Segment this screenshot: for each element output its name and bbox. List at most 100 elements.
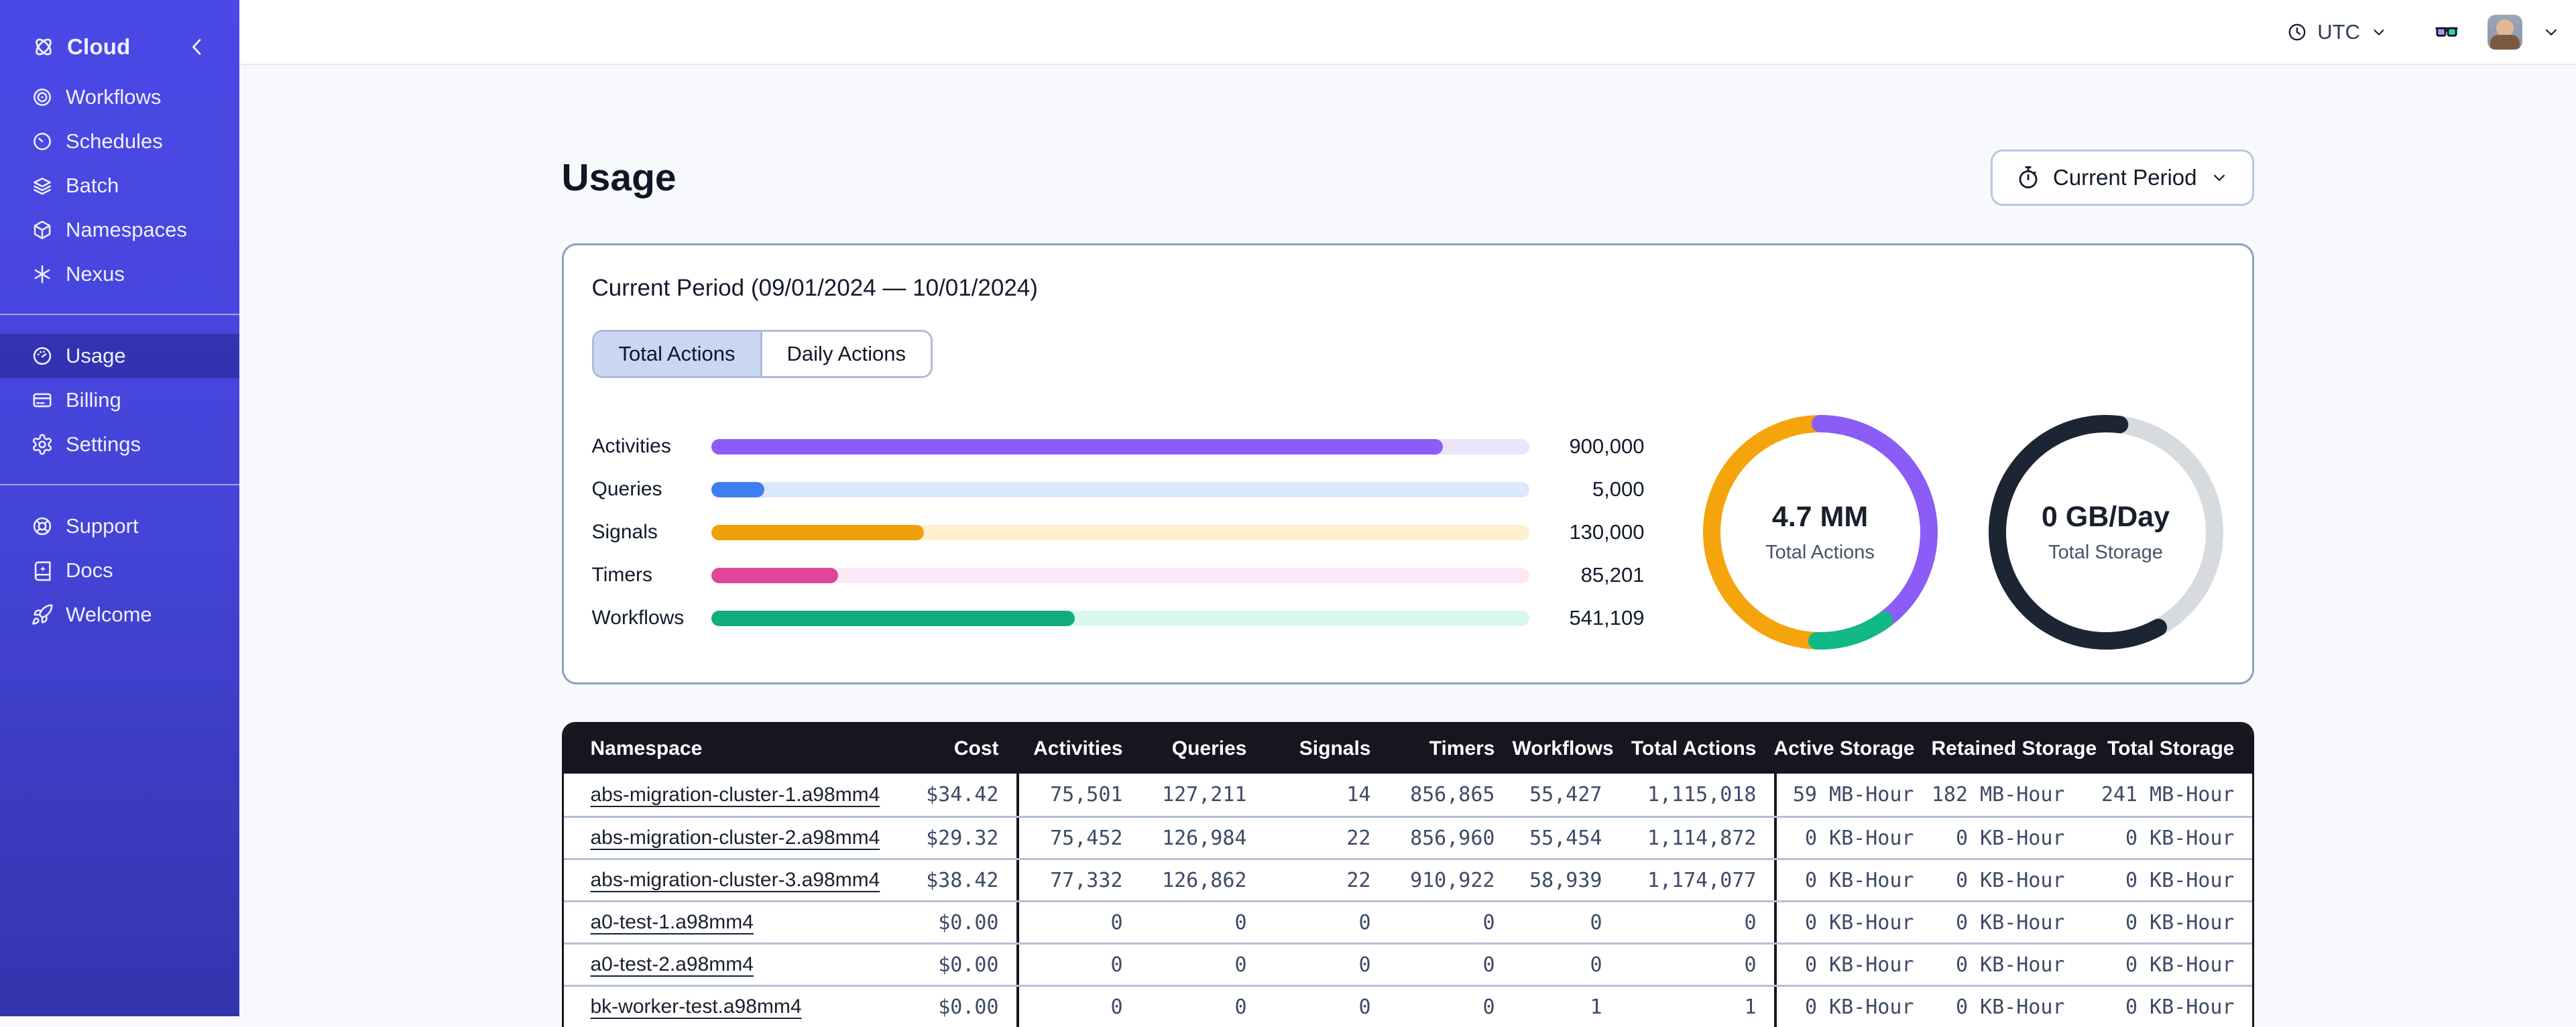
sidebar-item-billing[interactable]: Billing bbox=[0, 378, 239, 422]
sidebar-item-docs[interactable]: Docs bbox=[0, 548, 239, 593]
cell-queries: 0 bbox=[1140, 987, 1265, 1027]
bar-track bbox=[711, 482, 1529, 497]
cell-queries: 126,862 bbox=[1140, 860, 1265, 900]
cell-timers: 856,865 bbox=[1389, 774, 1513, 816]
sidebar-item-workflows[interactable]: Workflows bbox=[0, 75, 239, 119]
cell-total-actions: 1,174,077 bbox=[1620, 860, 1774, 900]
sidebar-nav-footer: SupportDocsWelcome bbox=[0, 504, 239, 637]
usage-bar-workflows: Workflows541,109 bbox=[592, 597, 1645, 640]
bar-fill bbox=[711, 439, 1444, 455]
temporal-logo-icon bbox=[31, 34, 56, 60]
sidebar-item-schedules[interactable]: Schedules bbox=[0, 119, 239, 164]
settings-icon bbox=[31, 433, 54, 456]
sidebar-item-usage[interactable]: Usage bbox=[0, 334, 239, 378]
sidebar-item-nexus[interactable]: Nexus bbox=[0, 252, 239, 296]
namespaces-icon bbox=[31, 219, 54, 241]
cell-total-storage: 0 KB-Hour bbox=[2083, 987, 2252, 1027]
table-row: abs-migration-cluster-2.a98mm4$29.3275,4… bbox=[564, 816, 2252, 858]
summary-donuts: 4.7 MMTotal Actions0 GB/DayTotal Storage bbox=[1702, 414, 2224, 650]
namespace-link[interactable]: abs-migration-cluster-2.a98mm4 bbox=[591, 827, 880, 849]
clock-icon bbox=[2286, 21, 2308, 43]
column-header-activities: Activities bbox=[1016, 737, 1140, 760]
page-title: Usage bbox=[562, 156, 677, 200]
cell-total-actions: 0 bbox=[1620, 945, 1774, 985]
sidebar-item-batch[interactable]: Batch bbox=[0, 164, 239, 208]
workflows-icon bbox=[31, 86, 54, 109]
column-header-retained-storage: Retained Storage bbox=[1932, 737, 2083, 760]
cell-activities: 77,332 bbox=[1016, 860, 1140, 900]
cell-retained-storage: 182 MB-Hour bbox=[1932, 774, 2083, 816]
cell-retained-storage: 0 KB-Hour bbox=[1932, 987, 2083, 1027]
cell-queries: 126,984 bbox=[1140, 818, 1265, 858]
namespace-link[interactable]: bk-worker-test.a98mm4 bbox=[591, 995, 802, 1018]
cell-timers: 0 bbox=[1389, 945, 1513, 985]
cell-timers: 0 bbox=[1389, 902, 1513, 943]
sidebar-item-label: Schedules bbox=[66, 129, 163, 154]
bar-value: 5,000 bbox=[1529, 477, 1645, 501]
sidebar-item-welcome[interactable]: Welcome bbox=[0, 593, 239, 637]
actions-tabs: Total ActionsDaily Actions bbox=[592, 330, 933, 378]
bar-fill bbox=[711, 568, 838, 583]
namespace-link[interactable]: abs-migration-cluster-3.a98mm4 bbox=[591, 869, 880, 892]
cell-total-actions: 1,114,872 bbox=[1620, 818, 1774, 858]
period-button-label: Current Period bbox=[2053, 165, 2197, 190]
column-header-timers: Timers bbox=[1389, 737, 1513, 760]
sidebar-item-label: Batch bbox=[66, 174, 119, 198]
cell-timers: 910,922 bbox=[1389, 860, 1513, 900]
cell-cost: $34.42 bbox=[899, 774, 1016, 816]
donut-label: Total Actions bbox=[1765, 542, 1875, 564]
cell-signals: 22 bbox=[1265, 818, 1389, 858]
cell-signals: 0 bbox=[1265, 945, 1389, 985]
cell-activities: 0 bbox=[1016, 945, 1140, 985]
bar-track bbox=[711, 525, 1529, 540]
cell-total-storage: 0 KB-Hour bbox=[2083, 818, 2252, 858]
bar-track bbox=[711, 439, 1529, 455]
cell-total-storage: 0 KB-Hour bbox=[2083, 860, 2252, 900]
usage-summary-card: Current Period (09/01/2024 — 10/01/2024)… bbox=[562, 243, 2254, 684]
cell-total-storage: 0 KB-Hour bbox=[2083, 902, 2252, 943]
brand-label: Cloud bbox=[67, 34, 130, 60]
cell-timers: 0 bbox=[1389, 987, 1513, 1027]
table-row: a0-test-1.a98mm4$0.000000000 KB-Hour0 KB… bbox=[564, 900, 2252, 943]
sidebar-item-settings[interactable]: Settings bbox=[0, 422, 239, 467]
glasses-icon[interactable] bbox=[2431, 19, 2462, 46]
cell-cost: $0.00 bbox=[899, 902, 1016, 943]
user-menu-chevron-down-icon[interactable] bbox=[2541, 22, 2561, 42]
namespace-cell: abs-migration-cluster-2.a98mm4 bbox=[564, 818, 899, 858]
sidebar-divider bbox=[0, 314, 239, 315]
billing-icon bbox=[31, 389, 54, 412]
sidebar-item-label: Usage bbox=[66, 344, 126, 368]
cell-retained-storage: 0 KB-Hour bbox=[1932, 902, 2083, 943]
namespace-link[interactable]: abs-migration-cluster-1.a98mm4 bbox=[591, 784, 880, 806]
sidebar-nav-main: Workflows Schedules Batch Namespaces Nexus bbox=[0, 75, 239, 296]
actions-bar-chart: Activities900,000Queries5,000Signals130,… bbox=[592, 425, 1645, 640]
namespace-link[interactable]: a0-test-1.a98mm4 bbox=[591, 911, 754, 934]
cell-cost: $0.00 bbox=[899, 987, 1016, 1027]
brand: Cloud bbox=[0, 24, 239, 70]
bar-value: 130,000 bbox=[1529, 520, 1645, 544]
avatar-face bbox=[2496, 19, 2514, 37]
namespace-link[interactable]: a0-test-2.a98mm4 bbox=[591, 953, 754, 976]
tab-total-actions[interactable]: Total Actions bbox=[594, 332, 760, 376]
column-header-workflows: Workflows bbox=[1513, 737, 1620, 760]
cell-queries: 0 bbox=[1140, 902, 1265, 943]
bar-value: 900,000 bbox=[1529, 434, 1645, 459]
donut-value: 0 GB/Day bbox=[2042, 501, 2170, 534]
timezone-selector[interactable]: UTC bbox=[2286, 20, 2388, 44]
cell-activities: 75,452 bbox=[1016, 818, 1140, 858]
sidebar-item-label: Workflows bbox=[66, 85, 161, 109]
sidebar-item-label: Nexus bbox=[66, 262, 125, 286]
sidebar-item-namespaces[interactable]: Namespaces bbox=[0, 208, 239, 252]
cell-activities: 0 bbox=[1016, 987, 1140, 1027]
sidebar-collapse-button[interactable] bbox=[184, 34, 210, 60]
total-storage-donut: 0 GB/DayTotal Storage bbox=[1988, 414, 2224, 650]
sidebar-item-support[interactable]: Support bbox=[0, 504, 239, 548]
bar-label: Timers bbox=[592, 564, 711, 587]
cell-total-storage: 0 KB-Hour bbox=[2083, 945, 2252, 985]
batch-icon bbox=[31, 174, 54, 197]
sidebar-item-label: Namespaces bbox=[66, 218, 187, 242]
sidebar-divider bbox=[0, 484, 239, 485]
tab-daily-actions[interactable]: Daily Actions bbox=[760, 332, 931, 376]
user-avatar[interactable] bbox=[2487, 15, 2522, 50]
period-selector-button[interactable]: Current Period bbox=[1991, 149, 2254, 206]
